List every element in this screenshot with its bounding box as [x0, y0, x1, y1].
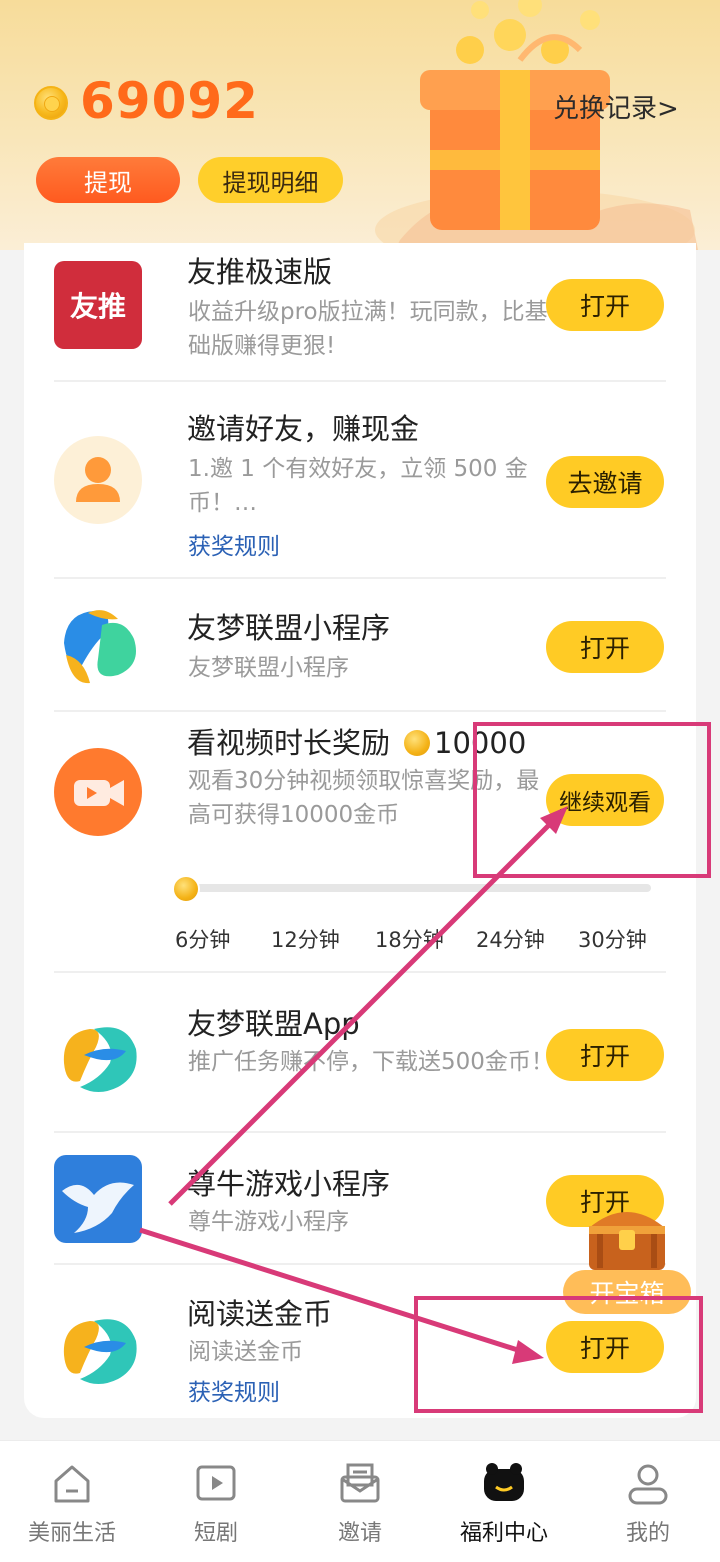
- youtui-app-icon: 友推: [54, 261, 142, 349]
- coin-icon: [34, 86, 68, 120]
- profile-icon: [628, 1464, 668, 1505]
- gift-box-illustration: [375, 0, 698, 250]
- tab-label: 邀请: [337, 1521, 382, 1546]
- reading-app-icon: [63, 1319, 137, 1384]
- task-title: 阅读送金币: [187, 1297, 333, 1331]
- open-button[interactable]: 打开: [546, 279, 664, 331]
- open-button[interactable]: 打开: [546, 1029, 664, 1081]
- progress-tick: 6分钟: [175, 928, 231, 952]
- header-banner: 69092 兑换记录> 提现 提现明细: [0, 0, 720, 250]
- progress-tick: 30分钟: [578, 928, 647, 952]
- invite-button[interactable]: 去邀请: [546, 456, 664, 508]
- withdraw-button[interactable]: 提现: [36, 157, 180, 203]
- task-desc: 1.邀 1 个有效好友，立领 500 金币！…: [188, 456, 528, 516]
- task-row-zunniu-game: 尊牛游戏小程序 尊牛游戏小程序 打开: [54, 1133, 666, 1263]
- play-icon: [196, 1465, 236, 1501]
- task-desc: 尊牛游戏小程序: [188, 1209, 349, 1235]
- task-desc: 友梦联盟小程序: [188, 655, 349, 681]
- home-icon: [54, 1465, 90, 1503]
- task-title: 友梦联盟App: [187, 1007, 360, 1041]
- tab-short-drama[interactable]: 短剧: [144, 1441, 288, 1562]
- task-title-text: 看视频时长奖励: [187, 726, 391, 760]
- task-desc: 推广任务赚不停，下载送500金币！: [188, 1049, 554, 1075]
- tab-welfare-center[interactable]: 福利中心: [432, 1441, 576, 1562]
- welfare-icon: [484, 1463, 524, 1501]
- coin-balance: 69092: [80, 72, 259, 130]
- tab-label: 美丽生活: [27, 1521, 116, 1546]
- tab-invite[interactable]: 邀请: [288, 1441, 432, 1562]
- progress-tick: 24分钟: [476, 928, 545, 952]
- invite-friend-icon: [54, 436, 142, 524]
- task-row-youmeng-miniprogram: 友梦联盟小程序 友梦联盟小程序 打开: [54, 579, 666, 711]
- withdraw-detail-button[interactable]: 提现明细: [198, 157, 343, 203]
- tab-mine[interactable]: 我的: [576, 1441, 720, 1562]
- highlight-box-reading-open: [414, 1296, 703, 1413]
- progress-tick: 12分钟: [271, 928, 340, 952]
- envelope-icon: [340, 1463, 380, 1503]
- task-title: 友推极速版: [187, 255, 333, 289]
- task-title: 友梦联盟小程序: [187, 611, 391, 645]
- progress-knob[interactable]: [172, 875, 200, 903]
- progress-track: [183, 884, 651, 892]
- tab-label: 我的: [625, 1521, 670, 1546]
- open-button[interactable]: 打开: [546, 621, 664, 673]
- task-row-invite: 邀请好友，赚现金 1.邀 1 个有效好友，立领 500 金币！… 获奖规则 去邀…: [54, 382, 666, 577]
- zunniu-bull-icon: [54, 1155, 142, 1243]
- task-row-youtui: 友推 友推极速版 收益升级pro版拉满！玩同款，比基础版赚得更狠! 打开: [54, 243, 666, 381]
- progress-tick: 18分钟: [375, 928, 444, 952]
- bottom-tab-bar: 美丽生活 短剧 邀请 福利中心 我的: [0, 1440, 720, 1562]
- award-rules-link[interactable]: 获奖规则: [188, 1373, 280, 1407]
- task-desc: 收益升级pro版拉满！玩同款，比基础版赚得更狠!: [188, 299, 548, 359]
- coin-icon: [404, 730, 431, 756]
- video-camera-icon: [54, 748, 142, 836]
- tab-beautiful-life[interactable]: 美丽生活: [0, 1441, 144, 1562]
- highlight-box-continue-watching: [473, 722, 711, 878]
- task-title: 邀请好友，赚现金: [187, 412, 420, 446]
- youmeng-app-icon: [63, 1027, 137, 1092]
- task-row-youmeng-app: 友梦联盟App 推广任务赚不停，下载送500金币！ 打开: [54, 973, 666, 1131]
- tab-label: 短剧: [193, 1521, 238, 1546]
- tab-label: 福利中心: [459, 1521, 548, 1546]
- task-title: 尊牛游戏小程序: [187, 1167, 391, 1201]
- exchange-record-link[interactable]: 兑换记录>: [553, 88, 679, 125]
- award-rules-link[interactable]: 获奖规则: [188, 527, 280, 561]
- youmeng-logo-icon: [64, 610, 136, 684]
- treasure-chest-icon[interactable]: [583, 1198, 671, 1273]
